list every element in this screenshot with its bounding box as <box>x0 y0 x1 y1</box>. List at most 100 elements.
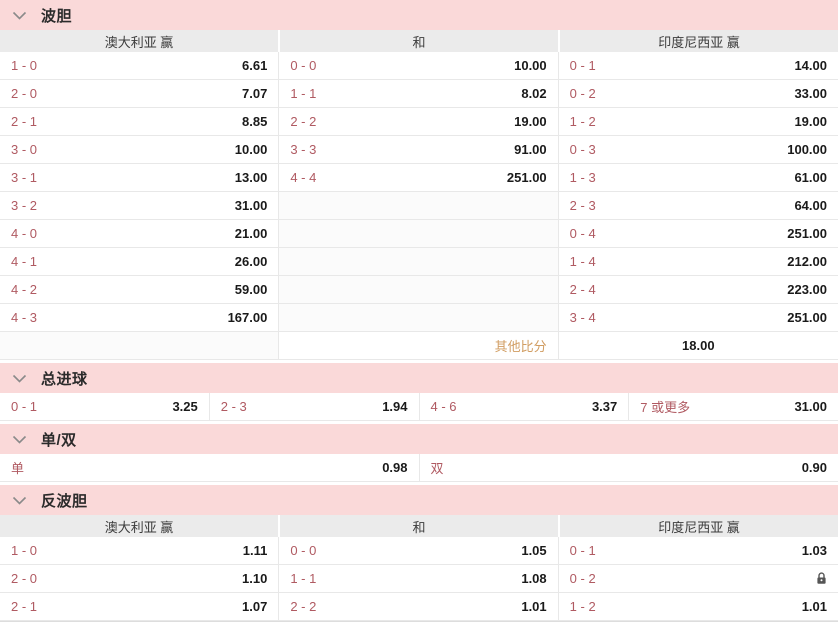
section-title-odd-even: 单/双 <box>41 429 77 450</box>
correct-score-column-headers: 澳大利亚 赢 和 印度尼西亚 赢 <box>0 30 838 52</box>
score-label: 3 - 3 <box>290 142 316 157</box>
odds-cell-单[interactable]: 单0.98 <box>0 454 420 482</box>
odds-cell-2-3[interactable]: 2 - 31.94 <box>210 393 420 421</box>
score-label: 1 - 2 <box>570 599 596 614</box>
odds-value: 1.08 <box>521 571 546 586</box>
column-header-home-win: 澳大利亚 赢 <box>0 30 278 52</box>
odds-value: 0.90 <box>802 460 827 475</box>
score-label: 1 - 0 <box>11 58 37 73</box>
odds-cell-1-2[interactable]: 1 - 219.00 <box>559 108 838 136</box>
odds-value: 251.00 <box>787 226 827 241</box>
odd-even-header[interactable]: 单/双 <box>0 424 838 454</box>
score-label: 2 - 1 <box>11 114 37 129</box>
empty-cell <box>279 304 558 332</box>
score-label: 0 - 1 <box>570 543 596 558</box>
odds-cell-2-1[interactable]: 2 - 11.07 <box>0 593 279 621</box>
odds-value: 26.00 <box>235 254 268 269</box>
chevron-down-icon[interactable] <box>12 374 27 383</box>
odds-value: 14.00 <box>794 58 827 73</box>
score-label: 4 - 4 <box>290 170 316 185</box>
odds-cell-0-3[interactable]: 0 - 3100.00 <box>559 136 838 164</box>
odds-cell-0-0[interactable]: 0 - 010.00 <box>279 52 558 80</box>
odds-value: 3.37 <box>592 399 617 414</box>
odds-value: 19.00 <box>794 114 827 129</box>
empty-cell <box>0 332 279 360</box>
other-score-label-cell: 其他比分 <box>279 332 558 360</box>
odds-value: 223.00 <box>787 282 827 297</box>
odds-cell-双[interactable]: 双0.90 <box>420 454 838 482</box>
odds-cell-4-6[interactable]: 4 - 6 3.37 <box>420 393 630 421</box>
score-label: 2 - 2 <box>290 599 316 614</box>
reverse-correct-score-column-headers: 澳大利亚 赢 和 印度尼西亚 赢 <box>0 515 838 537</box>
odds-cell-1-0[interactable]: 1 - 01.11 <box>0 537 279 565</box>
odds-cell-0-4[interactable]: 0 - 4251.00 <box>559 220 838 248</box>
odds-cell-0-1[interactable]: 0 - 11.03 <box>559 537 838 565</box>
odds-cell-4-1[interactable]: 4 - 1 26.00 <box>0 248 279 276</box>
section-correct-score: 波胆 澳大利亚 赢 和 印度尼西亚 赢 1 - 06.610 - 010.000… <box>0 0 838 360</box>
odds-cell-0-1[interactable]: 0 - 13.25 <box>0 393 210 421</box>
score-label: 4 - 6 <box>431 399 457 414</box>
odds-cell-1-4[interactable]: 1 - 4212.00 <box>559 248 838 276</box>
score-label: 1 - 1 <box>290 571 316 586</box>
odds-cell-0-1[interactable]: 0 - 114.00 <box>559 52 838 80</box>
chevron-down-icon[interactable] <box>12 496 27 505</box>
odds-cell-2-3[interactable]: 2 - 364.00 <box>559 192 838 220</box>
odds-value: 0.98 <box>382 460 407 475</box>
odds-cell-3-1[interactable]: 3 - 113.00 <box>0 164 279 192</box>
odds-cell-4-0[interactable]: 4 - 021.00 <box>0 220 279 248</box>
odds-cell-1-1[interactable]: 1 - 1 1.08 <box>279 565 558 593</box>
odds-value: 1.01 <box>802 599 827 614</box>
odds-cell-3-2[interactable]: 3 - 231.00 <box>0 192 279 220</box>
score-label: 3 - 2 <box>11 198 37 213</box>
odds-value: 1.11 <box>243 543 268 558</box>
odds-cell-2-0[interactable]: 2 - 01.10 <box>0 565 279 593</box>
column-header-draw: 和 <box>280 30 558 52</box>
odds-cell-0-2: 0 - 2 <box>559 565 838 593</box>
odds-value: 251.00 <box>787 310 827 325</box>
odds-value: 1.01 <box>521 599 546 614</box>
odds-cell-1-3[interactable]: 1 - 361.00 <box>559 164 838 192</box>
odds-value: 251.00 <box>507 170 547 185</box>
total-goals-header[interactable]: 总进球 <box>0 363 838 393</box>
odds-cell-4-2[interactable]: 4 - 259.00 <box>0 276 279 304</box>
odds-cell-2-0[interactable]: 2 - 07.07 <box>0 80 279 108</box>
odds-cell-7或更多[interactable]: 7 或更多31.00 <box>629 393 838 421</box>
odds-cell-2-2[interactable]: 2 - 219.00 <box>279 108 558 136</box>
empty-cell <box>279 220 558 248</box>
odds-cell-3-0[interactable]: 3 - 010.00 <box>0 136 279 164</box>
odds-cell-2-4[interactable]: 2 - 4 223.00 <box>559 276 838 304</box>
odds-value: 8.85 <box>242 114 267 129</box>
score-label: 2 - 3 <box>570 198 596 213</box>
odds-cell-4-3[interactable]: 4 - 3167.00 <box>0 304 279 332</box>
odds-cell-2-1[interactable]: 2 - 1 8.85 <box>0 108 279 136</box>
score-label: 1 - 4 <box>570 254 596 269</box>
odds-cell-0-2[interactable]: 0 - 233.00 <box>559 80 838 108</box>
score-label: 2 - 4 <box>570 282 596 297</box>
odds-cell-2-2[interactable]: 2 - 2 1.01 <box>279 593 558 621</box>
chevron-down-icon[interactable] <box>12 11 27 20</box>
odds-value: 1.94 <box>382 399 407 414</box>
odd-even-row: 单0.98双0.90 <box>0 454 838 482</box>
odds-cell-0-0[interactable]: 0 - 01.05 <box>279 537 558 565</box>
odds-value: 61.00 <box>794 170 827 185</box>
odds-cell-1-2[interactable]: 1 - 2 1.01 <box>559 593 838 621</box>
reverse-correct-score-header[interactable]: 反波胆 <box>0 485 838 515</box>
odds-cell-3-4[interactable]: 3 - 4251.00 <box>559 304 838 332</box>
odds-cell-4-4[interactable]: 4 - 4 251.00 <box>279 164 558 192</box>
score-label: 4 - 1 <box>11 254 37 269</box>
chevron-down-icon[interactable] <box>12 435 27 444</box>
odds-cell-1-0[interactable]: 1 - 06.61 <box>0 52 279 80</box>
score-label: 4 - 2 <box>11 282 37 297</box>
odds-value: 3.25 <box>172 399 197 414</box>
section-title-correct-score: 波胆 <box>41 5 72 26</box>
odds-cell-3-3[interactable]: 3 - 391.00 <box>279 136 558 164</box>
odds-cell-other-score[interactable]: 18.00 <box>559 332 838 360</box>
odds-cell-1-1[interactable]: 1 - 18.02 <box>279 80 558 108</box>
score-label: 3 - 0 <box>11 142 37 157</box>
correct-score-header[interactable]: 波胆 <box>0 0 838 30</box>
score-label: 3 - 1 <box>11 170 37 185</box>
reverse-correct-score-grid: 1 - 01.110 - 01.050 - 11.032 - 01.101 - … <box>0 537 838 621</box>
empty-cell <box>279 192 558 220</box>
odds-value: 33.00 <box>794 86 827 101</box>
odds-value: 19.00 <box>514 114 547 129</box>
